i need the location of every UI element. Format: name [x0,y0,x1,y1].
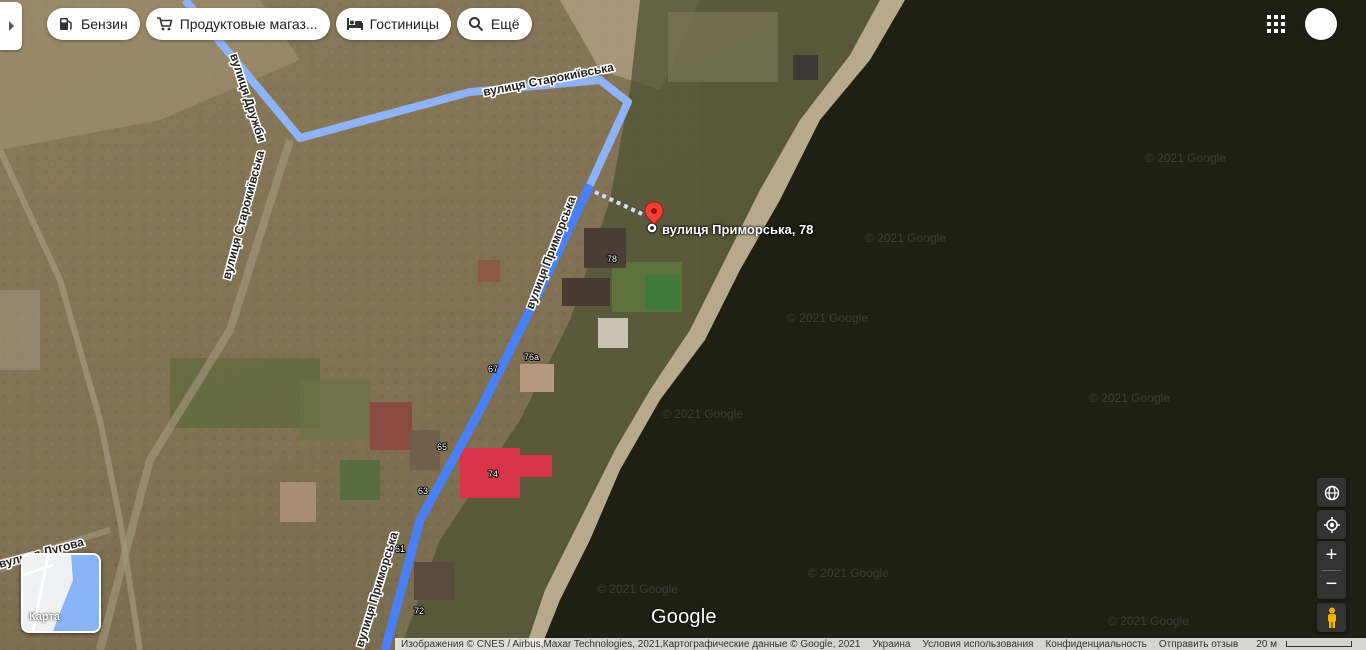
google-logo: Google [651,606,717,628]
country-link[interactable]: Украина [866,639,916,650]
scale-bar[interactable]: 20 м [1244,639,1358,650]
chip-label: Ещё [490,16,520,32]
search-icon [467,15,485,33]
watermark: © 2021 Google [1089,391,1170,405]
watermark: © 2021 Google [662,407,743,421]
house-number: 72 [414,606,424,616]
imagery-attribution: Изображения © CNES / Airbus,Maxar Techno… [401,638,861,650]
globe-view-button[interactable] [1317,478,1346,507]
expand-panel-button[interactable] [0,2,22,50]
zoom-in-button[interactable]: + [1317,541,1346,570]
place-label[interactable]: вулиця Приморська, 78 [662,222,813,237]
chip-label: Продуктовые магаз... [179,16,318,32]
watermark: © 2021 Google [597,582,678,596]
watermark: © 2021 Google [808,566,889,580]
chip-hotels[interactable]: Гостиницы [335,8,451,40]
privacy-link[interactable]: Конфиденциальность [1039,639,1152,650]
account-avatar[interactable] [1305,8,1337,40]
chip-groceries[interactable]: Продуктовые магаз... [145,8,330,40]
terms-link[interactable]: Условия использования [916,639,1039,650]
house-number: 76а [524,352,539,362]
plus-icon: + [1325,544,1338,566]
scale-label: 20 м [1256,638,1278,650]
minus-icon: − [1325,573,1338,595]
google-apps-button[interactable] [1262,10,1290,38]
house-number: 65 [437,442,447,452]
street-view-pegman[interactable] [1317,603,1346,632]
apps-grid-icon [1267,15,1285,33]
house-number: 74 [488,469,498,479]
house-number: 61 [395,544,405,554]
bed-icon [346,15,364,33]
my-location-icon [1323,516,1340,533]
scale-line [1286,641,1353,647]
chip-label: Бензин [81,16,128,32]
feedback-link[interactable]: Отправить отзыв [1153,639,1244,650]
chip-label: Гостиницы [369,16,439,32]
house-number: 78 [607,254,617,264]
fuel-pump-icon [57,15,75,33]
satellite-map[interactable]: вулиця Старокиївська вулиця Дружби вулиц… [0,0,1366,650]
watermark: © 2021 Google [1108,614,1189,628]
map-layer-switcher[interactable]: Карта [21,553,101,633]
map-footer: Изображения © CNES / Airbus,Maxar Techno… [395,638,1366,650]
zoom-out-button[interactable]: − [1317,570,1346,599]
globe-icon [1324,485,1339,500]
pegman-icon [1327,607,1336,628]
watermark: © 2021 Google [787,311,868,325]
shopping-cart-icon [156,15,174,33]
chip-more[interactable]: Ещё [456,8,532,40]
watermark: © 2021 Google [1145,151,1226,165]
house-number: 67 [488,364,498,374]
zoom-controls: + − [1317,541,1346,599]
my-location-button[interactable] [1317,510,1346,539]
chip-fuel[interactable]: Бензин [47,8,140,40]
watermark: © 2021 Google [865,231,946,245]
layer-switcher-label: Карта [29,611,61,623]
house-number: 63 [418,486,428,496]
chevron-right-icon [8,21,14,31]
category-chips: Бензин Продуктовые магаз... Гостиницы Ещ… [47,8,532,40]
